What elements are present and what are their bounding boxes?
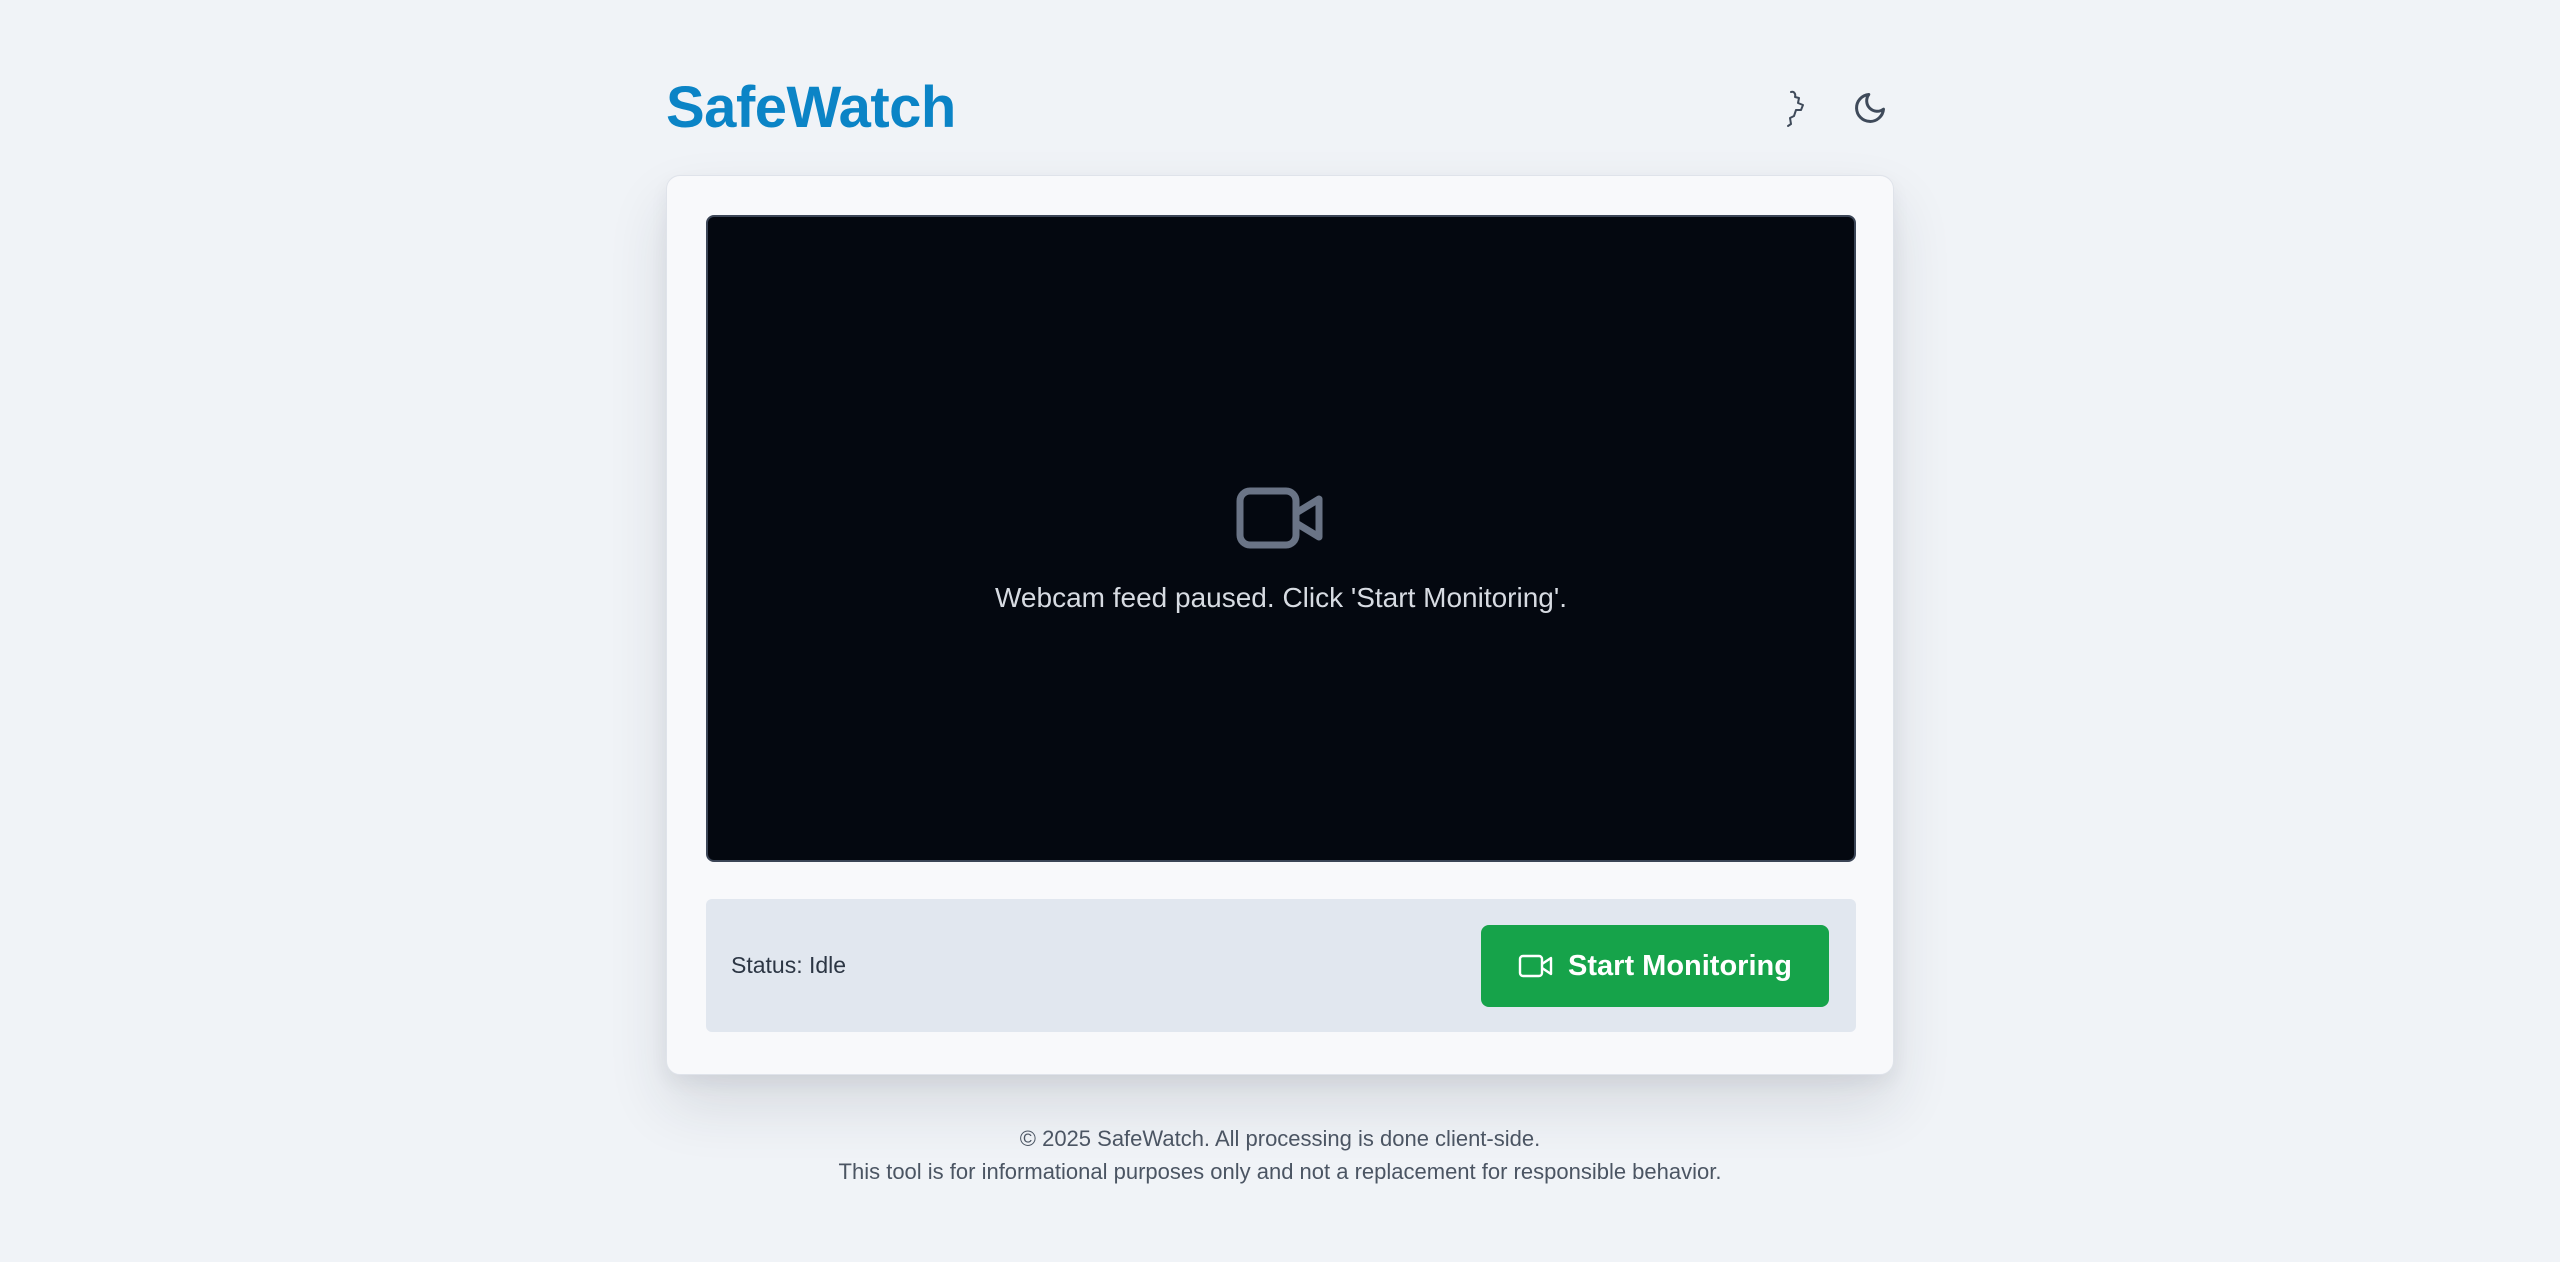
brand-title: SafeWatch	[666, 75, 956, 140]
accessibility-button[interactable]	[1772, 84, 1820, 132]
start-monitoring-label: Start Monitoring	[1568, 949, 1792, 982]
accessibility-icon	[1787, 90, 1804, 127]
footer: © 2025 SafeWatch. All processing is done…	[666, 1122, 1894, 1188]
feed-paused-message: Webcam feed paused. Click 'Start Monitor…	[995, 582, 1567, 613]
start-monitoring-button[interactable]: Start Monitoring	[1481, 925, 1829, 1007]
moon-icon	[1855, 93, 1885, 123]
footer-disclaimer: This tool is for informational purposes …	[838, 1159, 1722, 1184]
status-text: Status: Idle	[731, 952, 847, 978]
video-camera-icon	[1236, 487, 1323, 549]
footer-copyright: © 2025 SafeWatch. All processing is done…	[1019, 1126, 1541, 1151]
video-camera-icon	[1518, 954, 1553, 978]
monitor-card: Webcam feed paused. Click 'Start Monitor…	[666, 175, 1894, 1075]
header: SafeWatch	[666, 72, 1894, 144]
webcam-feed: Webcam feed paused. Click 'Start Monitor…	[706, 215, 1856, 862]
theme-toggle-button[interactable]	[1846, 84, 1894, 132]
controls-bar: Status: Idle Start Monitoring	[706, 899, 1856, 1032]
